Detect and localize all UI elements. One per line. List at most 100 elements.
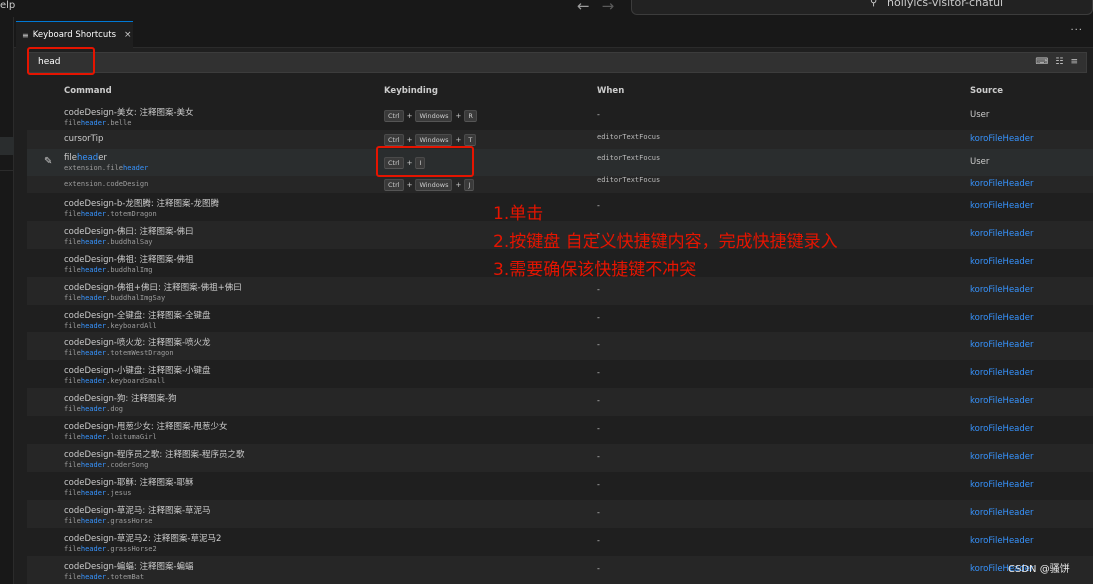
keybinding-cell[interactable]: Ctrl + Windows + J bbox=[384, 178, 475, 191]
table-row[interactable]: codeDesign-程序员之歌: 注释图案-程序员之歌 fileheader.c… bbox=[27, 444, 1093, 472]
command-title: codeDesign-佛祖+佛曰: 注释图案-佛祖+佛曰 bbox=[64, 283, 242, 293]
table-row[interactable]: cursorTip Ctrl + Windows + T editorTextFocus ko… bbox=[27, 130, 1093, 149]
menu-item-help[interactable]: elp bbox=[0, 0, 15, 11]
annotation-step-2: 2.按键盘 自定义快捷键内容，完成快捷键录入 bbox=[493, 232, 838, 252]
command-cell: cursorTip bbox=[64, 134, 103, 144]
source-cell[interactable]: koroFileHeader bbox=[970, 424, 1034, 434]
key-separator: + bbox=[406, 180, 413, 189]
table-row[interactable]: codeDesign-喷火龙: 注释图案-喷火龙 fileheader.totem… bbox=[27, 332, 1093, 360]
annotation-step-1: 1.单击 bbox=[493, 204, 544, 224]
source-cell[interactable]: koroFileHeader bbox=[970, 396, 1034, 406]
clear-filter-icon[interactable]: ≡ bbox=[1070, 57, 1078, 67]
source-cell[interactable]: koroFileHeader bbox=[970, 508, 1034, 518]
table-row[interactable]: codeDesign-耶稣: 注释图案-耶稣 fileheader.jesus - k… bbox=[27, 472, 1093, 500]
when-cell: - bbox=[597, 536, 600, 545]
table-row[interactable]: codeDesign-草泥马2: 注释图案-草泥马2 fileheader.gra… bbox=[27, 528, 1093, 556]
when-cell: editorTextFocus bbox=[597, 175, 661, 184]
command-id: fileheader.totemWestDragon bbox=[64, 349, 174, 357]
command-cell: codeDesign-佛祖: 注释图案-佛祖 fileheader.buddhal… bbox=[64, 253, 194, 274]
source-cell[interactable]: koroFileHeader bbox=[970, 134, 1034, 144]
source-cell[interactable]: koroFileHeader bbox=[970, 229, 1034, 239]
source-cell: User bbox=[970, 156, 990, 167]
command-center-label: hollyics-visitor-chatui bbox=[887, 0, 1004, 9]
source-cell[interactable]: koroFileHeader bbox=[970, 201, 1034, 211]
source-cell: User bbox=[970, 110, 990, 120]
keybinding-cell[interactable]: Ctrl + Windows + R bbox=[384, 110, 477, 122]
when-cell: editorTextFocus bbox=[597, 132, 661, 141]
source-cell[interactable]: koroFileHeader bbox=[970, 480, 1034, 490]
command-title: codeDesign-小键盘: 注释图案-小键盘 bbox=[64, 366, 211, 376]
table-row[interactable]: codeDesign-草泥马: 注释图案-草泥马 fileheader.grass… bbox=[27, 500, 1093, 528]
key-separator: + bbox=[406, 135, 413, 144]
when-cell: - bbox=[597, 564, 600, 573]
keycap: Windows bbox=[415, 178, 453, 191]
table-row[interactable]: codeDesign-全键盘: 注释图案-全键盘 fileheader.keybo… bbox=[27, 305, 1093, 332]
title-bar: elp ← → ⚲ hollyics-visitor-chatui bbox=[0, 0, 1093, 17]
key-separator: + bbox=[455, 180, 462, 189]
tab-keyboard-shortcuts[interactable]: ≡ Keyboard Shortcuts × bbox=[16, 21, 133, 48]
tab-label: Keyboard Shortcuts bbox=[32, 30, 116, 40]
when-cell: editorTextFocus bbox=[597, 153, 661, 162]
source-cell[interactable]: koroFileHeader bbox=[970, 257, 1034, 267]
command-cell: codeDesign-佛祖+佛曰: 注释图案-佛祖+佛曰 fileheader.b… bbox=[64, 281, 242, 302]
command-title: codeDesign-喷火龙: 注释图案-喷火龙 bbox=[64, 338, 211, 348]
table-row[interactable]: codeDesign-甩葱少女: 注释图案-甩葱少女 fileheader.loi… bbox=[27, 416, 1093, 444]
command-center[interactable]: ⚲ hollyics-visitor-chatui bbox=[631, 0, 1093, 15]
when-cell: - bbox=[597, 424, 600, 433]
editor-tab-bar: ≡ Keyboard Shortcuts × ··· bbox=[14, 17, 1093, 48]
command-cell: codeDesign-全键盘: 注释图案-全键盘 fileheader.keybo… bbox=[64, 309, 211, 330]
command-id: fileheader.buddhalImgSay bbox=[64, 294, 166, 302]
keybindings-search-input[interactable]: head ⌨ ☷ ≡ bbox=[27, 52, 1087, 73]
record-keys-icon[interactable]: ⌨ bbox=[1035, 57, 1048, 67]
command-id: fileheader.grassHorse bbox=[64, 517, 153, 525]
keybinding-cell[interactable]: Ctrl + Windows + T bbox=[384, 133, 477, 146]
command-id: fileheader.totemDragon bbox=[64, 210, 157, 218]
column-keybinding[interactable]: Keybinding bbox=[384, 86, 438, 96]
keycap: T bbox=[464, 133, 477, 146]
source-cell[interactable]: koroFileHeader bbox=[970, 285, 1034, 295]
command-id: fileheader.belle bbox=[64, 119, 132, 127]
source-cell[interactable]: koroFileHeader bbox=[970, 179, 1034, 189]
command-title: codeDesign-b-龙图腾: 注释图案-龙图腾 bbox=[64, 199, 220, 209]
table-row[interactable]: codeDesign-狗: 注释图案-狗 fileheader.dog - koroF… bbox=[27, 388, 1093, 416]
source-cell[interactable]: koroFileHeader bbox=[970, 452, 1034, 462]
column-source[interactable]: Source bbox=[970, 86, 1003, 96]
close-icon[interactable]: × bbox=[124, 30, 132, 40]
keycap: J bbox=[464, 178, 475, 191]
source-cell[interactable]: koroFileHeader bbox=[970, 313, 1034, 323]
table-row[interactable]: codeDesign-美女: 注释图案-美女 fileheader.belle Ct… bbox=[27, 102, 1093, 130]
command-id: fileheader.buddhalImg bbox=[64, 266, 153, 274]
source-cell[interactable]: koroFileHeader bbox=[970, 536, 1034, 546]
table-header: Command Keybinding When Source bbox=[27, 80, 1093, 102]
command-cell: codeDesign-b-龙图腾: 注释图案-龙图腾 fileheader.tot… bbox=[64, 197, 219, 218]
sort-by-precedence-icon[interactable]: ☷ bbox=[1055, 57, 1063, 67]
selected-item-marker bbox=[0, 137, 14, 155]
keycap: R bbox=[464, 110, 477, 122]
command-title: codeDesign-狗: 注释图案-狗 bbox=[64, 394, 177, 404]
column-when[interactable]: When bbox=[597, 86, 624, 96]
source-cell[interactable]: koroFileHeader bbox=[970, 368, 1034, 378]
command-id: fileheader.totemBat bbox=[64, 573, 145, 581]
table-row[interactable]: codeDesign-b-龙图腾: 注释图案-龙图腾 fileheader.tot… bbox=[27, 193, 1093, 221]
command-id: fileheader.dog bbox=[64, 405, 124, 413]
command-title: codeDesign-草泥马2: 注释图案-草泥马2 bbox=[64, 534, 222, 544]
command-title: codeDesign-蝙蝠: 注释图案-蝙蝠 bbox=[64, 562, 194, 572]
more-actions-icon[interactable]: ··· bbox=[1070, 25, 1083, 36]
source-cell[interactable]: koroFileHeader bbox=[970, 340, 1034, 350]
command-cell: codeDesign-甩葱少女: 注释图案-甩葱少女 fileheader.loi… bbox=[64, 420, 228, 441]
keycap: Windows bbox=[415, 110, 453, 122]
command-id: fileheader.keyboardAll bbox=[64, 321, 157, 330]
table-row[interactable]: ✎ fileheader extension.fileheader Ctrl + Iedi… bbox=[27, 149, 1093, 176]
table-row[interactable]: codeDesign-小键盘: 注释图案-小键盘 fileheader.keybo… bbox=[27, 360, 1093, 388]
edit-keybinding-icon[interactable]: ✎ bbox=[44, 156, 52, 167]
arrow-right-icon[interactable]: → bbox=[602, 0, 615, 15]
command-title: codeDesign-佛祖: 注释图案-佛祖 bbox=[64, 255, 194, 265]
command-title: codeDesign-程序员之歌: 注释图案-程序员之歌 bbox=[64, 450, 245, 460]
table-row[interactable]: extension.codeDesign Ctrl + Windows + Jeditor… bbox=[27, 176, 1093, 193]
key-separator: + bbox=[455, 135, 462, 144]
when-cell: - bbox=[597, 480, 600, 489]
arrow-left-icon[interactable]: ← bbox=[577, 0, 590, 15]
navigation-buttons: ← → bbox=[577, 0, 614, 15]
column-command[interactable]: Command bbox=[64, 86, 112, 96]
table-row[interactable]: codeDesign-蝙蝠: 注释图案-蝙蝠 fileheader.totemBa… bbox=[27, 556, 1093, 584]
